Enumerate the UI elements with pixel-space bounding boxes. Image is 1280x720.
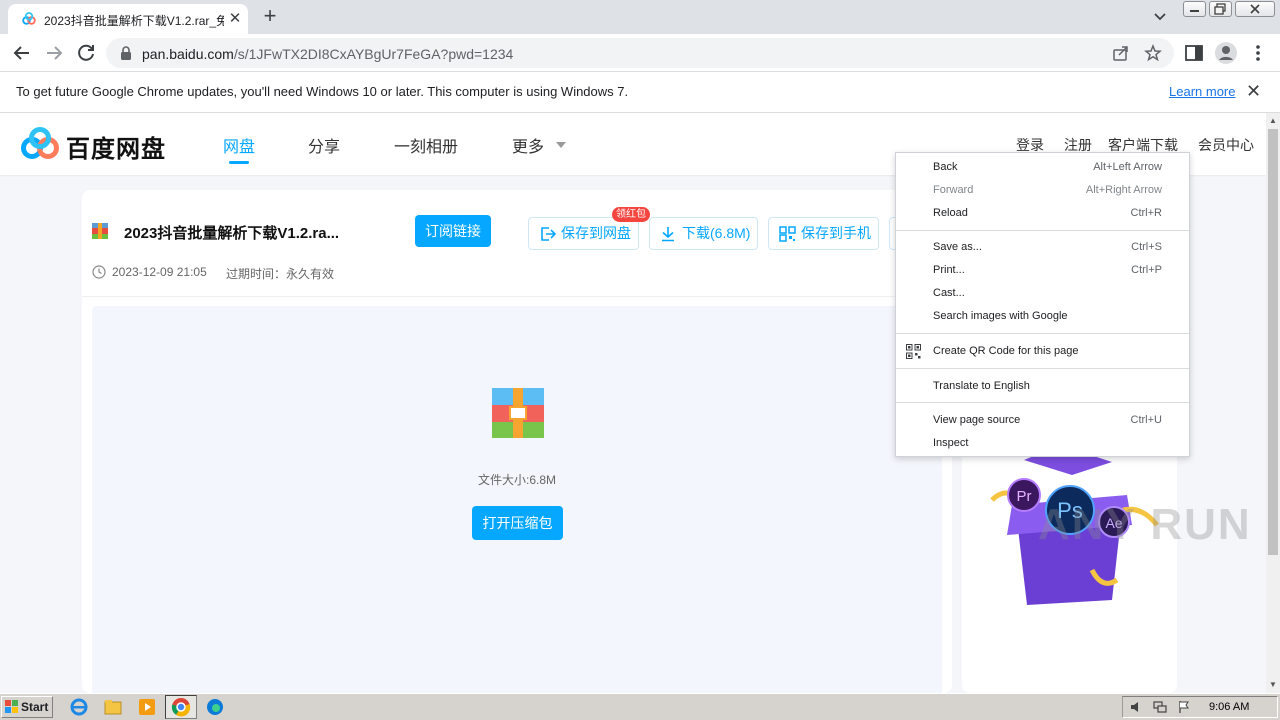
download-label: 下载(6.8M) [682,225,751,241]
save-to-phone-button[interactable]: 保存到手机 [768,217,879,250]
menu-separator [896,402,1189,403]
network-icon[interactable] [1153,700,1167,714]
window-minimize-button[interactable] [1183,1,1206,17]
nav-netdisk[interactable]: 网盘 [223,133,255,157]
internet-explorer-icon[interactable] [68,697,90,717]
share-icon[interactable] [1112,44,1130,62]
save-to-phone-label: 保存到手机 [801,225,871,241]
baidu-pan-favicon-icon [22,12,36,25]
new-tab-icon[interactable]: + [258,5,282,29]
qr-code-icon [906,344,921,359]
reload-icon[interactable] [74,41,98,65]
media-player-icon[interactable] [136,697,158,717]
start-button[interactable]: Start [1,696,53,718]
card-divider [82,296,952,297]
share-card: 2023抖音批量解析下载V1.2.ra... 订阅链接 保存到网盘 领红包 下载… [82,190,952,693]
download-button[interactable]: 下载(6.8M) [649,217,758,250]
rar-file-icon [92,223,108,239]
menu-item-save-as[interactable]: Save as... Ctrl+S [896,236,1189,259]
menu-item-cast[interactable]: Cast... [896,282,1189,305]
address-bar[interactable]: pan.baidu.com/s/1JFwTX2DI8CxAYBgUr7FeGA?… [106,38,1174,68]
browser-toolbar: pan.baidu.com/s/1JFwTX2DI8CxAYBgUr7FeGA?… [0,34,1280,72]
window-close-button[interactable] [1235,1,1275,17]
windows-taskbar: Start 9:06 AM [0,693,1280,720]
scroll-down-arrow-icon[interactable]: ▼ [1266,679,1280,691]
download-icon [662,227,674,242]
start-label: Start [21,700,49,714]
save-icon [541,227,557,241]
menu-item-print[interactable]: Print... Ctrl+P [896,259,1189,282]
edge-icon[interactable] [204,697,226,717]
menu-separator [896,230,1189,231]
window-restore-button[interactable] [1209,1,1232,17]
infobar-message: To get future Google Chrome updates, you… [16,84,629,99]
menu-item-qr-code[interactable]: Create QR Code for this page [896,340,1189,363]
share-date: 2023-12-09 21:05 [112,265,207,279]
more-caret-icon[interactable] [556,142,566,148]
profile-avatar-icon[interactable] [1214,41,1238,65]
context-menu: Back Alt+Left Arrow Forward Alt+Right Arro… [895,152,1190,457]
open-archive-button[interactable]: 打开压缩包 [472,506,563,540]
rar-archive-icon [492,388,544,438]
menu-item-back[interactable]: Back Alt+Left Arrow [896,156,1189,179]
file-name: 2023抖音批量解析下载V1.2.ra... [124,225,340,242]
volume-icon[interactable] [1129,700,1143,714]
file-explorer-icon[interactable] [102,697,124,717]
menu-item-inspect[interactable]: Inspect [896,432,1189,455]
tab-close-icon[interactable]: ✕ [226,10,244,28]
nav-active-underline [229,161,249,164]
action-center-flag-icon[interactable] [1177,700,1191,714]
subscribe-link-button[interactable]: 订阅链接 [415,215,491,247]
clock[interactable]: 9:06 AM [1209,701,1249,713]
nav-album[interactable]: 一刻相册 [394,133,458,157]
tab-strip: 2023抖音批量解析下载V1.2.rar_免费 ✕ + [0,0,1280,34]
anyrun-watermark: ANY RUN [1038,500,1252,549]
nav-share[interactable]: 分享 [308,133,340,157]
menu-separator [896,333,1189,334]
save-to-netdisk-label: 保存到网盘 [561,225,631,241]
page-scrollbar[interactable]: ▲ ▼ [1266,113,1280,693]
vip-center-link[interactable]: 会员中心 [1198,135,1254,155]
file-size: 文件大小:6.8M [477,473,556,487]
chrome-icon [171,698,191,717]
browser-tab[interactable]: 2023抖音批量解析下载V1.2.rar_免费 ✕ [8,4,248,34]
svg-text:Pr: Pr [1017,488,1032,505]
scroll-thumb[interactable] [1268,129,1278,555]
expire-time: 过期时间：永久有效 [226,267,335,281]
menu-item-forward[interactable]: Forward Alt+Right Arrow [896,179,1189,202]
qr-phone-icon [779,226,796,242]
red-packet-badge[interactable]: 领红包 [612,207,650,222]
clock-icon [92,265,106,279]
lock-icon[interactable] [120,46,132,60]
file-preview-area: 文件大小:6.8M 打开压缩包 [92,306,942,693]
menu-item-reload[interactable]: Reload Ctrl+R [896,202,1189,225]
bookmark-star-icon[interactable] [1144,44,1162,62]
learn-more-link[interactable]: Learn more [1169,84,1235,99]
back-arrow-icon[interactable] [10,41,34,65]
chrome-menu-kebab-icon[interactable] [1248,43,1268,63]
nav-more[interactable]: 更多 [512,133,544,157]
menu-item-search-images[interactable]: Search images with Google [896,305,1189,328]
menu-separator [896,368,1189,369]
menu-item-view-source[interactable]: View page source Ctrl+U [896,409,1189,432]
system-tray: 9:06 AM [1122,696,1278,718]
update-infobar: To get future Google Chrome updates, you… [0,72,1280,113]
infobar-close-icon[interactable]: ✕ [1246,82,1261,100]
tab-search-chevron-icon[interactable] [1150,9,1170,25]
side-panel-icon[interactable] [1184,43,1204,63]
logo-text[interactable]: 百度网盘 [66,129,166,164]
baidu-pan-logo-icon[interactable] [20,127,60,161]
url-text[interactable]: pan.baidu.com/s/1JFwTX2DI8CxAYBgUr7FeGA?… [142,46,513,62]
scroll-up-arrow-icon[interactable]: ▲ [1266,115,1280,127]
tab-title: 2023抖音批量解析下载V1.2.rar_免费 [44,14,224,28]
windows-logo-icon [5,700,18,713]
chrome-taskbar-button[interactable] [165,695,197,719]
menu-item-translate[interactable]: Translate to English [896,375,1189,398]
forward-arrow-icon[interactable] [42,41,66,65]
